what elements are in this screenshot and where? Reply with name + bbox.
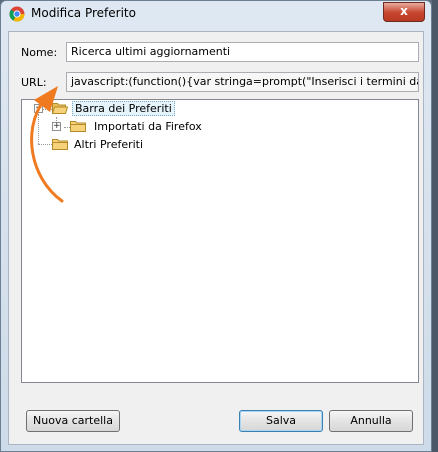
title-bar[interactable]: Modifica Preferito x — [1, 1, 431, 27]
collapse-icon[interactable]: − — [34, 104, 43, 113]
cancel-button[interactable]: Annulla — [329, 410, 413, 432]
close-icon: x — [400, 4, 408, 18]
chrome-icon — [9, 6, 25, 22]
name-field[interactable]: Ricerca ultimi aggiornamenti — [66, 42, 419, 62]
dialog-window: Modifica Preferito x Nome: Ricerca ultim… — [0, 0, 432, 452]
folder-icon — [52, 139, 68, 150]
url-label: URL: — [21, 76, 47, 89]
tree-item-label: Altri Preferiti — [74, 138, 144, 151]
dialog-body: Nome: Ricerca ultimi aggiornamenti URL: … — [8, 31, 424, 445]
new-folder-button[interactable]: Nuova cartella — [26, 410, 120, 432]
name-label: Nome: — [21, 46, 58, 59]
save-button[interactable]: Salva — [239, 410, 323, 432]
folder-icon — [70, 121, 86, 132]
expand-icon[interactable]: + — [52, 122, 61, 131]
tree-item-importati-firefox[interactable]: + Importati da Firefox — [22, 118, 412, 136]
background-window-strip — [432, 0, 438, 452]
url-field[interactable]: javascript:(function(){var stringa=promp… — [66, 72, 419, 92]
tree-item-altri-preferiti[interactable]: Altri Preferiti — [22, 136, 412, 154]
close-button[interactable]: x — [383, 2, 425, 22]
tree-item-barra-preferiti[interactable]: − Barra dei Preferiti — [22, 100, 412, 118]
tree-item-label: Barra dei Preferiti — [72, 101, 175, 116]
folder-open-icon — [52, 103, 68, 114]
folder-tree[interactable]: − Barra dei Preferiti + Importati da Fir… — [21, 99, 419, 383]
window-title: Modifica Preferito — [31, 6, 136, 20]
tree-item-label: Importati da Firefox — [94, 120, 202, 133]
